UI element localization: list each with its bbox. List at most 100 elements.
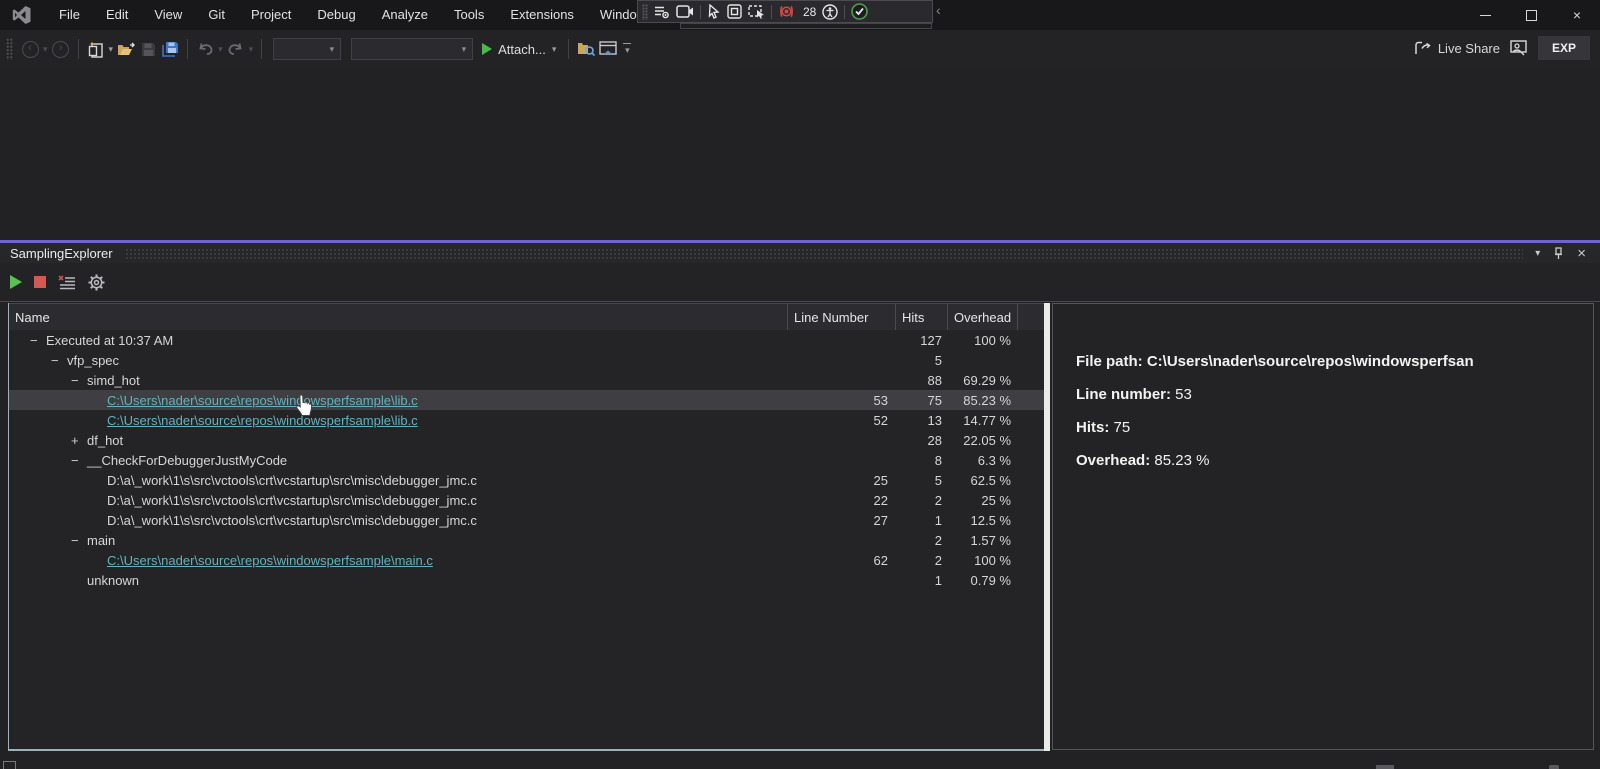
panel-drag-texture[interactable] (125, 248, 1524, 259)
menu-item-git[interactable]: Git (195, 3, 238, 26)
panel-dropdown-icon[interactable]: ▾ (1535, 248, 1540, 259)
table-row[interactable]: −Executed at 10:37 AM 127 100 % (9, 330, 1044, 350)
table-row[interactable]: −simd_hot 88 69.29 % (9, 370, 1044, 390)
expander-icon[interactable]: − (71, 373, 87, 388)
new-item-icon[interactable] (85, 37, 107, 61)
file-link[interactable]: C:\Users\nader\source\repos\windowsperfs… (107, 393, 418, 408)
menu-item-extensions[interactable]: Extensions (497, 3, 587, 26)
row-label: __CheckForDebuggerJustMyCode (87, 453, 287, 468)
live-share-icon (1414, 41, 1432, 56)
sampling-tree-grid: Name Line Number Hits Overhead −Executed… (8, 303, 1044, 751)
solution-platforms-combo[interactable]: ▾ (351, 38, 473, 60)
column-header-filler (1018, 304, 1044, 330)
camera-icon[interactable] (676, 3, 694, 21)
step-list-settings-icon[interactable] (654, 3, 670, 21)
table-row[interactable]: C:\Users\nader\source\repos\windowsperfs… (9, 550, 1044, 570)
attach-dropdown-icon[interactable]: ▾ (552, 44, 557, 55)
sampling-toolbar (0, 263, 1600, 301)
maximize-button[interactable] (1508, 0, 1554, 30)
row-overhead: 1.57 % (948, 533, 1018, 548)
column-header-name[interactable]: Name (9, 304, 788, 330)
attach-button[interactable]: Attach... ▾ (482, 42, 558, 57)
bottom-partial-icon (1376, 765, 1394, 769)
table-row[interactable]: +df_hot 28 22.05 % (9, 430, 1044, 450)
live-share-button[interactable]: Live Share (1414, 41, 1500, 56)
navigate-forward-icon[interactable]: › (50, 37, 72, 61)
stop-sampling-icon[interactable] (34, 276, 46, 288)
floating-recorder-toolbar[interactable]: 28 (637, 0, 933, 23)
table-row[interactable]: D:\a\_work\1\s\src\vctools\crt\vcstartup… (9, 510, 1044, 530)
hand-cursor-icon (293, 394, 313, 417)
table-row[interactable]: −__CheckForDebuggerJustMyCode 8 6.3 % (9, 450, 1044, 470)
table-row[interactable]: C:\Users\nader\source\repos\windowsperfs… (9, 410, 1044, 430)
panel-pin-icon[interactable] (1554, 247, 1563, 260)
start-sampling-icon[interactable] (10, 275, 22, 289)
stop-region-icon[interactable] (727, 3, 742, 21)
exp-badge[interactable]: EXP (1538, 36, 1590, 60)
find-in-files-icon[interactable] (575, 37, 597, 61)
toolbar-grip-icon[interactable] (6, 38, 13, 60)
vertical-scrollbar[interactable] (1044, 303, 1050, 751)
column-header-hits[interactable]: Hits (896, 304, 948, 330)
undo-icon[interactable] (194, 37, 216, 61)
expander-icon[interactable]: + (71, 433, 87, 448)
row-hits: 5 (896, 353, 948, 368)
row-label: D:\a\_work\1\s\src\vctools\crt\vcstartup… (107, 493, 477, 508)
table-row[interactable]: D:\a\_work\1\s\src\vctools\crt\vcstartup… (9, 470, 1044, 490)
menu-item-debug[interactable]: Debug (304, 3, 368, 26)
panel-title-bar[interactable]: SamplingExplorer ▾ × (0, 243, 1600, 263)
menu-item-edit[interactable]: Edit (93, 3, 141, 26)
navigate-back-icon[interactable]: ‹ (19, 37, 41, 61)
file-link[interactable]: C:\Users\nader\source\repos\windowsperfs… (107, 413, 418, 428)
browser-home-icon[interactable] (597, 37, 619, 61)
navigate-back-dropdown-icon[interactable]: ▾ (43, 44, 48, 55)
settings-gear-icon[interactable] (88, 274, 105, 291)
redo-dropdown-icon[interactable]: ▾ (249, 44, 254, 55)
save-icon[interactable] (137, 37, 159, 61)
menu-item-tools[interactable]: Tools (441, 3, 497, 26)
expander-icon[interactable]: − (30, 333, 46, 348)
table-row[interactable]: unknown 1 0.79 % (9, 570, 1044, 590)
row-overhead: 100 % (948, 553, 1018, 568)
play-icon (482, 43, 492, 55)
drag-grip-icon[interactable] (642, 4, 648, 20)
redo-icon[interactable] (225, 37, 247, 61)
record-icon[interactable] (778, 3, 795, 21)
menu-item-project[interactable]: Project (238, 3, 304, 26)
accessibility-icon[interactable] (822, 3, 838, 21)
menu-item-view[interactable]: View (141, 3, 195, 26)
minimize-button[interactable] (1462, 0, 1508, 30)
menu-item-analyze[interactable]: Analyze (369, 3, 441, 26)
chevron-left-icon[interactable]: ‹ (936, 2, 941, 18)
menu-item-file[interactable]: File (46, 3, 93, 26)
column-header-line-number[interactable]: Line Number (788, 304, 896, 330)
record-count: 28 (803, 5, 816, 19)
detail-pane: File path: C:\Users\nader\source\repos\w… (1052, 303, 1594, 750)
table-row[interactable]: D:\a\_work\1\s\src\vctools\crt\vcstartup… (9, 490, 1044, 510)
expander-icon[interactable]: − (71, 533, 87, 548)
close-button[interactable]: × (1554, 0, 1600, 30)
file-link[interactable]: C:\Users\nader\source\repos\windowsperfs… (107, 553, 433, 568)
feedback-icon[interactable] (1510, 40, 1528, 56)
pointer-region-icon[interactable] (748, 3, 765, 21)
expander-icon[interactable]: − (51, 353, 67, 368)
row-overhead: 0.79 % (948, 573, 1018, 588)
check-status-icon[interactable] (851, 3, 868, 21)
pointer-icon[interactable] (707, 3, 721, 21)
row-overhead: 85.23 % (948, 393, 1018, 408)
expander-icon[interactable]: − (71, 453, 87, 468)
row-overhead: 69.29 % (948, 373, 1018, 388)
table-row[interactable]: −main 2 1.57 % (9, 530, 1044, 550)
toolbar-overflow-icon[interactable]: ▾ (623, 43, 631, 56)
new-item-dropdown-icon[interactable]: ▾ (109, 44, 114, 55)
table-row[interactable]: −vfp_spec 5 (9, 350, 1044, 370)
save-all-icon[interactable] (159, 37, 181, 61)
solution-configurations-combo[interactable]: ▾ (273, 38, 341, 60)
open-file-icon[interactable] (115, 37, 137, 61)
row-hits: 1 (896, 573, 948, 588)
column-header-overhead[interactable]: Overhead (948, 304, 1018, 330)
table-row[interactable]: C:\Users\nader\source\repos\windowsperfs… (9, 390, 1044, 410)
exclude-list-icon[interactable] (58, 275, 76, 290)
undo-dropdown-icon[interactable]: ▾ (218, 44, 223, 55)
panel-close-icon[interactable]: × (1577, 245, 1586, 262)
